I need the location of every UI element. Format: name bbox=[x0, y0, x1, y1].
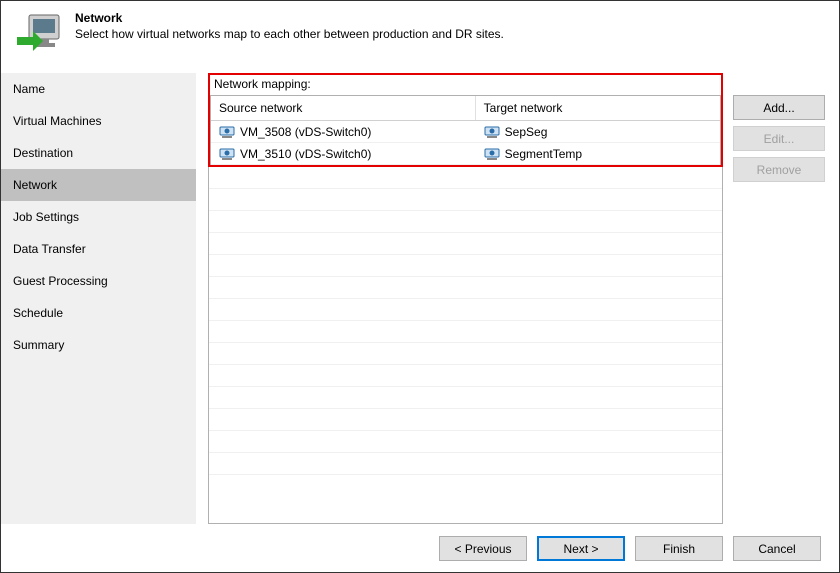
network-mapping-grid-top: Source network Target network VM_3508 (v… bbox=[210, 95, 721, 165]
sidebar-item-guest-processing[interactable]: Guest Processing bbox=[1, 265, 196, 297]
previous-button[interactable]: < Previous bbox=[439, 536, 527, 561]
add-button[interactable]: Add... bbox=[733, 95, 825, 120]
wizard-footer: < Previous Next > Finish Cancel bbox=[1, 524, 839, 572]
page-title: Network bbox=[75, 11, 504, 25]
mapping-label: Network mapping: bbox=[210, 77, 721, 91]
page-description: Select how virtual networks map to each … bbox=[75, 27, 504, 41]
finish-button[interactable]: Finish bbox=[635, 536, 723, 561]
target-network-cell: SepSeg bbox=[505, 125, 548, 139]
source-network-cell: VM_3508 (vDS-Switch0) bbox=[240, 125, 371, 139]
wizard-header: Network Select how virtual networks map … bbox=[1, 1, 839, 73]
edit-button: Edit... bbox=[733, 126, 825, 151]
network-icon bbox=[219, 146, 235, 162]
network-icon bbox=[484, 146, 500, 162]
wizard-steps-sidebar: Name Virtual Machines Destination Networ… bbox=[1, 73, 196, 524]
column-source-network[interactable]: Source network bbox=[211, 96, 476, 120]
target-network-cell: SegmentTemp bbox=[505, 147, 582, 161]
highlight-annotation: Network mapping: Source network Target n… bbox=[208, 73, 723, 167]
sidebar-item-job-settings[interactable]: Job Settings bbox=[1, 201, 196, 233]
cancel-button[interactable]: Cancel bbox=[733, 536, 821, 561]
column-target-network[interactable]: Target network bbox=[476, 96, 720, 120]
sidebar-item-schedule[interactable]: Schedule bbox=[1, 297, 196, 329]
sidebar-item-summary[interactable]: Summary bbox=[1, 329, 196, 361]
sidebar-item-network[interactable]: Network bbox=[1, 169, 196, 201]
grid-header: Source network Target network bbox=[211, 96, 720, 121]
sidebar-item-virtual-machines[interactable]: Virtual Machines bbox=[1, 105, 196, 137]
table-row[interactable]: VM_3508 (vDS-Switch0) SepSeg bbox=[211, 121, 720, 143]
sidebar-item-name[interactable]: Name bbox=[1, 73, 196, 105]
network-icon bbox=[219, 124, 235, 140]
source-network-cell: VM_3510 (vDS-Switch0) bbox=[240, 147, 371, 161]
next-button[interactable]: Next > bbox=[537, 536, 625, 561]
network-header-icon bbox=[15, 11, 63, 59]
sidebar-item-data-transfer[interactable]: Data Transfer bbox=[1, 233, 196, 265]
network-icon bbox=[484, 124, 500, 140]
network-mapping-grid-body bbox=[208, 167, 723, 524]
table-row[interactable]: VM_3510 (vDS-Switch0) SegmentTemp bbox=[211, 143, 720, 165]
sidebar-item-destination[interactable]: Destination bbox=[1, 137, 196, 169]
remove-button: Remove bbox=[733, 157, 825, 182]
